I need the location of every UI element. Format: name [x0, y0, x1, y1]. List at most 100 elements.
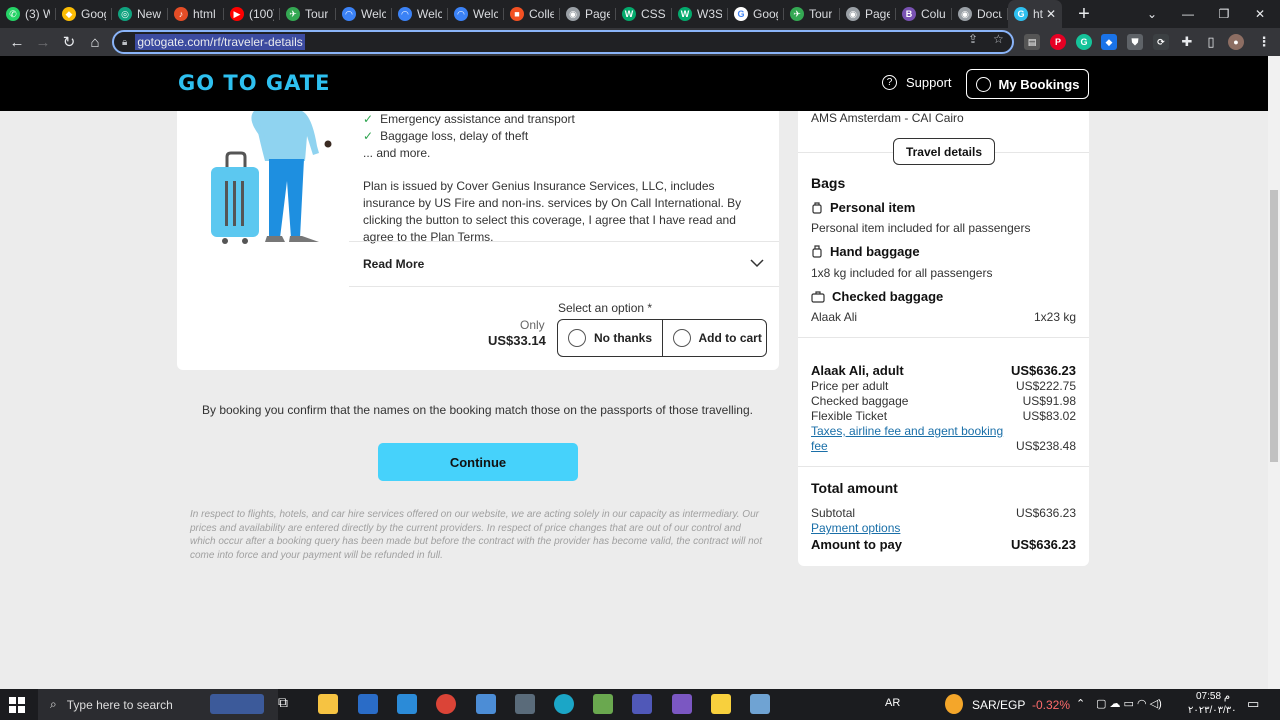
tab-favicon-icon: B — [902, 7, 916, 21]
chrome-icon[interactable] — [436, 694, 456, 714]
forward-icon[interactable]: → — [30, 29, 56, 55]
browser-tab[interactable]: ✆ (3) W — [0, 0, 56, 28]
browser-tab[interactable]: ◉ Docu — [952, 0, 1008, 28]
browser-tab[interactable]: ◉ Page — [560, 0, 616, 28]
tab-title: Tour — [809, 7, 833, 21]
profile-avatar[interactable]: ● — [1228, 34, 1244, 50]
currency-change: -0.32% — [1032, 698, 1071, 712]
checked-baggage-label: Checked baggage — [811, 394, 909, 408]
tab-favicon-icon: ◆ — [62, 7, 76, 21]
visual-studio-icon[interactable] — [672, 694, 692, 714]
clock-time[interactable]: 07:58 م — [1196, 691, 1230, 702]
new-tab-button[interactable]: + — [1070, 3, 1098, 26]
browser-tab[interactable]: Ght ✕ — [1008, 0, 1062, 28]
chevron-down-icon[interactable] — [749, 255, 765, 271]
amount-to-pay-value: US$636.23 — [1010, 537, 1076, 552]
task-view-icon[interactable]: ⧉ — [278, 694, 298, 714]
close-window-button[interactable]: ✕ — [1242, 0, 1278, 28]
continue-button[interactable]: Continue — [378, 443, 578, 481]
browser-tab[interactable]: ◠ Welc — [336, 0, 392, 28]
browser-tab[interactable]: ◠ Welc — [392, 0, 448, 28]
app-icon[interactable] — [750, 694, 770, 714]
browser-tab[interactable]: ◎ New — [112, 0, 168, 28]
tab-favicon-icon: ■ — [510, 7, 524, 21]
pinterest-icon[interactable]: P — [1050, 34, 1066, 50]
back-icon[interactable]: ← — [4, 29, 30, 55]
browser-tab[interactable]: ◉ Page — [840, 0, 896, 28]
insurance-price: US$33.14 — [488, 333, 546, 348]
sticky-notes-icon[interactable] — [711, 694, 731, 714]
teams-icon[interactable] — [632, 694, 652, 714]
scrollbar-thumb[interactable] — [1270, 190, 1278, 462]
tray-chevron-icon[interactable]: ⌃ — [1076, 697, 1085, 710]
vscode-icon[interactable] — [397, 694, 417, 714]
browser-tab[interactable]: W W3Sc — [672, 0, 728, 28]
browser-tab[interactable]: ▶ (100) — [224, 0, 280, 28]
app-icon[interactable] — [515, 694, 535, 714]
browser-tab[interactable]: B Colur — [896, 0, 952, 28]
reload-icon[interactable]: ↻ — [56, 29, 82, 55]
mail-icon[interactable] — [358, 694, 378, 714]
side-panel-icon[interactable]: ▯ — [1203, 34, 1219, 50]
notification-icon[interactable]: ▭ — [1247, 696, 1259, 712]
read-more-toggle[interactable]: Read More — [363, 257, 424, 271]
url-text[interactable]: gotogate.com/rf/traveler-details — [135, 34, 305, 50]
add-to-cart-option[interactable]: Add to cart — [661, 320, 767, 356]
language-indicator[interactable]: AR — [885, 697, 900, 709]
browser-tab[interactable]: G Goog — [728, 0, 784, 28]
bags-heading: Bags — [811, 175, 846, 191]
bookmark-star-icon[interactable]: ☆ — [993, 32, 1004, 46]
gotogate-logo[interactable]: GO TO GATE — [178, 71, 330, 95]
share-icon[interactable]: ⇪ — [968, 32, 978, 46]
extension-icon[interactable]: ▤ — [1024, 34, 1040, 50]
minimize-button[interactable]: — — [1170, 0, 1206, 28]
clock-date[interactable]: ٢٠٢٣/٠٣/٣٠ — [1188, 705, 1237, 716]
add-to-cart-label: Add to cart — [698, 331, 762, 345]
support-link[interactable]: ? Support — [882, 75, 952, 90]
taxes-link[interactable]: Taxes, airline fee and agent booking — [811, 424, 1003, 438]
booking-confirmation-text: By booking you confirm that the names on… — [202, 403, 753, 417]
travel-details-button[interactable]: Travel details — [893, 138, 995, 165]
search-highlight-icon[interactable] — [210, 694, 264, 714]
booking-summary: AMS Amsterdam - CAI Cairo Travel details… — [798, 111, 1089, 566]
browser-tab[interactable]: ■ Colle — [504, 0, 560, 28]
my-bookings-button[interactable]: My Bookings — [966, 69, 1089, 99]
menu-icon[interactable]: ⋮ — [1256, 34, 1272, 50]
radio-icon[interactable] — [568, 329, 586, 347]
app-icon[interactable] — [476, 694, 496, 714]
extension-icon[interactable]: ◆ — [1101, 34, 1117, 50]
tab-close-icon[interactable]: ✕ — [1046, 7, 1056, 21]
file-explorer-icon[interactable] — [318, 694, 338, 714]
payment-options-link[interactable]: Payment options — [811, 521, 900, 535]
tab-favicon-icon: G — [734, 7, 748, 21]
taxes-link-cont[interactable]: fee — [811, 439, 828, 453]
checked-baggage-title: Checked baggage — [811, 289, 943, 304]
extension-icon[interactable]: ⟳ — [1153, 34, 1169, 50]
checkmark-icon: ✓ — [363, 129, 374, 143]
tray-icons[interactable]: ▢ ☁ ▭ ◠ ◁) — [1096, 697, 1162, 710]
no-thanks-option[interactable]: No thanks — [558, 320, 662, 356]
tab-title: Goog — [753, 7, 778, 21]
hand-baggage-icon — [811, 245, 823, 258]
browser-tab[interactable]: W CSS ( — [616, 0, 672, 28]
browser-tab[interactable]: ◆ Goog — [56, 0, 112, 28]
windows-start-icon[interactable] — [9, 697, 25, 713]
edge-icon[interactable] — [554, 694, 574, 714]
currency-pair[interactable]: SAR/EGP — [972, 698, 1025, 712]
address-bar[interactable]: 🔒︎ gotogate.com/rf/traveler-details — [112, 30, 1014, 54]
benefit-item: ✓ Baggage loss, delay of theft — [363, 129, 529, 143]
app-icon[interactable] — [593, 694, 613, 714]
shield-icon[interactable]: ⛊ — [1127, 34, 1143, 50]
home-icon[interactable]: ⌂ — [82, 29, 108, 55]
browser-tab[interactable]: ♪ html — [168, 0, 224, 28]
radio-icon[interactable] — [672, 329, 691, 347]
browser-tab[interactable]: ✈ Tour — [784, 0, 840, 28]
maximize-button[interactable]: ❐ — [1206, 0, 1242, 28]
page-scrollbar[interactable] — [1268, 56, 1280, 689]
tab-search-icon[interactable]: ⌄ — [1134, 0, 1170, 28]
grammarly-icon[interactable]: G — [1076, 34, 1092, 50]
browser-tab[interactable]: ◠ Welc — [448, 0, 504, 28]
search-icon: ⌕ — [50, 697, 57, 711]
browser-tab[interactable]: ✈ Tour — [280, 0, 336, 28]
puzzle-icon[interactable]: ✚ — [1179, 34, 1195, 50]
